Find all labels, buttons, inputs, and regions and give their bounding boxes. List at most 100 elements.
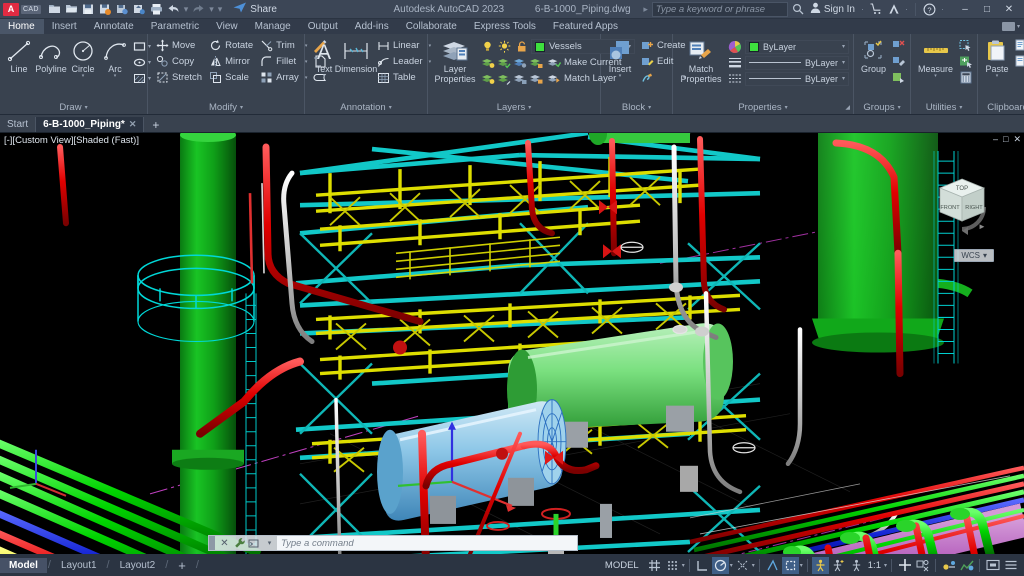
hatch-icon[interactable] [132,71,147,86]
group-selection-icon[interactable] [891,70,906,85]
panel-title-groups[interactable]: Groups ▾ [854,101,910,114]
command-history-caret[interactable]: ▾ [262,536,277,551]
command-history-icon[interactable] [247,536,262,551]
viewport-close-button[interactable]: ✕ [1013,134,1021,145]
polar-tracking-dropdown[interactable]: ▾ [730,562,733,569]
ribbon-minimize-caret[interactable]: ▾ [1017,23,1020,30]
panel-utilities-caret[interactable]: ▾ [959,104,962,111]
paste-button[interactable]: Paste ▾ [982,37,1012,79]
tab-drawing-close-icon[interactable]: ✕ [129,119,137,130]
quick-calc-icon[interactable] [958,54,973,69]
layer-isolate-icon[interactable] [480,55,495,70]
account-caret[interactable]: · [904,4,909,14]
draw-arc-dropdown[interactable]: ▾ [114,74,117,79]
layer-on-icon[interactable] [480,39,495,54]
calculator-icon[interactable] [958,70,973,85]
copy-clip-icon[interactable] [1014,38,1024,53]
view-cube[interactable]: ◄ ► TOP FRONT RIGHT [926,171,1000,245]
annotation-visibility-icon[interactable] [764,557,781,574]
panel-title-clipboard[interactable]: Clipboard [978,101,1024,114]
lineweight-combo[interactable]: ByLayer ▾ [745,55,849,70]
redo-icon[interactable] [191,2,206,17]
modify-trim-button[interactable]: Trim ▾ [256,38,310,53]
measure-button[interactable]: Measure ▾ [915,37,956,79]
save-as-icon[interactable] [98,2,113,17]
help-icon[interactable]: ? [922,2,937,17]
layout-tab-model[interactable]: Model [0,557,47,573]
group-button[interactable]: Group [858,37,889,75]
cut-clip-icon[interactable] [1014,54,1024,69]
open-file-icon[interactable] [64,2,79,17]
command-line-close-icon[interactable]: ✕ [217,536,232,551]
ribbon-tab-add-ins[interactable]: Add-ins [347,19,398,34]
panel-title-layers[interactable]: Layers ▾ [428,101,600,114]
ribbon-tab-insert[interactable]: Insert [44,19,86,34]
layer-lock-unlock-icon[interactable] [528,71,543,86]
polar-tracking-icon[interactable] [711,556,729,574]
show-annotation-icon[interactable] [811,556,829,574]
annotation-linear-button[interactable]: Linear ▾ [373,38,434,53]
save-icon[interactable] [81,2,96,17]
window-maximize-button[interactable]: □ [976,1,998,18]
modify-rotate-button[interactable]: Rotate [205,38,256,53]
modify-copy-button[interactable]: Copy [152,54,205,69]
new-tab-button[interactable]: + [144,117,167,132]
draw-arc-button[interactable]: Arc ▾ [100,37,130,79]
panel-block-caret[interactable]: ▾ [648,104,651,111]
ribbon-tab-home[interactable]: Home [0,19,44,34]
lineweight-caret[interactable]: ▾ [842,59,845,66]
ribbon-tab-annotate[interactable]: Annotate [86,19,143,34]
quick-select-icon[interactable] [958,38,973,53]
ribbon-tab-parametric[interactable]: Parametric [143,19,208,34]
modify-mirror-button[interactable]: Mirror [205,54,256,69]
modify-array-button[interactable]: Array ▾ [256,70,310,85]
search-input[interactable]: Type a keyword or phrase [651,1,788,17]
panel-title-utilities[interactable]: Utilities ▾ [911,101,977,114]
ribbon-tab-view[interactable]: View [208,19,247,34]
panel-title-properties[interactable]: Properties ▾ ◢ [673,101,853,114]
block-insert-dropdown[interactable]: ▾ [619,74,622,79]
window-close-button[interactable]: ✕ [998,1,1020,18]
block-insert-button[interactable]: Insert ▾ [605,37,635,79]
layer-off-icon[interactable] [512,55,527,70]
layer-freeze-icon[interactable] [497,39,512,54]
object-snap-icon[interactable] [781,556,799,574]
object-snap-dropdown[interactable]: ▾ [800,562,803,569]
3d-piping-model[interactable] [0,133,1024,554]
measure-dropdown[interactable]: ▾ [934,74,937,79]
autodesk-a-icon[interactable] [886,2,901,17]
command-line[interactable]: ✕ ▾ Type a command [208,535,578,551]
viewport-minimize-button[interactable]: – [993,134,998,145]
panel-title-block[interactable]: Block ▾ [601,101,672,114]
ungroup-icon[interactable] [891,38,906,53]
modify-scale-button[interactable]: Scale [205,70,256,85]
performance-icon[interactable] [958,557,975,574]
new-layout-button[interactable]: + [169,558,195,573]
paste-dropdown[interactable]: ▾ [996,74,999,79]
ribbon-minimize-icon[interactable] [1001,22,1015,31]
panel-title-draw[interactable]: Draw ▾ [0,101,147,114]
linetype-caret[interactable]: ▾ [842,75,845,82]
panel-properties-dialog-launcher[interactable]: ◢ [845,104,850,111]
help-caret[interactable]: · [940,4,945,14]
annotation-leader-button[interactable]: Leader ▾ [373,54,434,69]
add-scales-icon[interactable] [830,557,847,574]
snap-mode-icon[interactable] [664,557,681,574]
save-to-web-icon[interactable] [115,2,130,17]
wcs-dropdown[interactable]: WCS ▾ [954,249,994,262]
customize-qat-icon[interactable]: ▾ [217,4,224,15]
layer-properties-button[interactable]: Layer Properties [432,37,478,85]
clean-screen-icon[interactable] [984,557,1001,574]
linetype-combo[interactable]: ByLayer ▾ [745,71,849,86]
new-file-icon[interactable] [47,2,62,17]
object-color-combo[interactable]: ByLayer ▾ [745,39,849,54]
appstore-caret[interactable]: · [860,4,865,14]
undo-icon[interactable] [166,2,181,17]
window-minimize-button[interactable]: – [954,1,976,18]
grid-display-icon[interactable] [646,557,663,574]
ribbon-tab-featured-apps[interactable]: Featured Apps [545,19,627,34]
match-properties-button[interactable]: Match Properties [677,37,725,85]
object-snap-tracking-dropdown[interactable]: ▾ [752,562,755,569]
panel-annotation-caret[interactable]: ▾ [389,104,392,111]
panel-draw-caret[interactable]: ▾ [85,104,88,111]
